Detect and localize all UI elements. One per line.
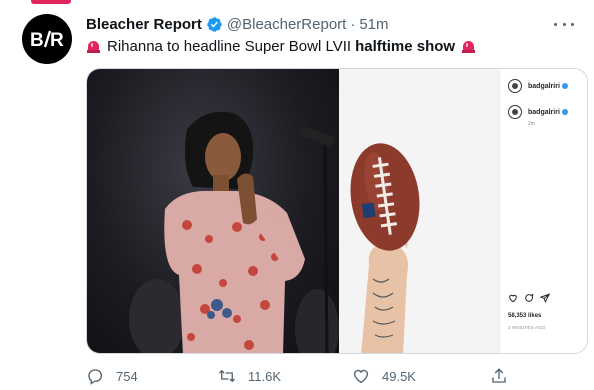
more-icon[interactable] [554,16,574,32]
ig-comment-username: badgalriri [528,108,560,116]
ig-comment-icon [525,293,534,302]
like-button[interactable]: 49.5K [352,364,416,388]
tweet-header: Bleacher Report @BleacherReport · 51m [86,14,389,34]
ig-actions [508,293,550,303]
ig-verified-icon [561,83,568,89]
accent-bar [31,0,71,4]
bleacher-report-logo-icon: B R [30,30,64,50]
tweet-actions: 754 11.6K 49.5K [86,364,566,388]
tweet-text-main: Rihanna to headline Super Bowl LVII [107,37,352,55]
ig-heart-icon [509,294,517,303]
share-button[interactable] [490,364,520,388]
top-strip [0,0,594,8]
tweet-time[interactable]: 51m [359,16,388,33]
instagram-panel: badgalriri badgalriri 2m 58,353 likes 2 … [499,69,587,353]
author-handle[interactable]: @BleacherReport [227,16,346,33]
avatar[interactable]: B R [22,14,72,64]
share-icon [492,368,506,383]
ig-comment: badgalriri [508,105,568,119]
siren-icon [461,39,476,54]
reply-icon [88,369,103,385]
ig-header: badgalriri [508,79,568,93]
retweet-icon [219,369,235,383]
retweet-button[interactable]: 11.6K [218,364,281,388]
retweet-count: 11.6K [248,368,282,384]
svg-text:R: R [50,30,64,50]
ig-avatar [508,105,522,119]
like-count: 49.5K [382,368,416,384]
reply-button[interactable]: 754 [86,364,138,388]
ig-share-icon [540,293,550,303]
like-icon [353,369,369,384]
tweet-media[interactable]: badgalriri badgalriri 2m 58,353 likes 2 … [86,68,588,354]
tweet-text: Rihanna to headline Super Bowl LVII half… [86,36,476,56]
ig-likes: 58,353 likes [508,313,542,319]
performer-photo [87,69,339,353]
ig-avatar [508,79,522,93]
siren-icon [86,39,101,54]
ig-verified-icon [561,109,568,115]
ig-posted-ago: 2 MINUTES AGO [508,325,546,330]
author-name[interactable]: Bleacher Report [86,16,202,33]
reply-count: 754 [116,368,138,384]
ig-comment-time: 2m [528,121,535,127]
ig-username: badgalriri [528,82,560,90]
verified-icon [206,16,223,33]
football-photo [339,69,499,353]
separator: · [350,15,356,33]
svg-text:B: B [30,30,44,50]
tweet-text-bold: halftime show [355,37,456,55]
